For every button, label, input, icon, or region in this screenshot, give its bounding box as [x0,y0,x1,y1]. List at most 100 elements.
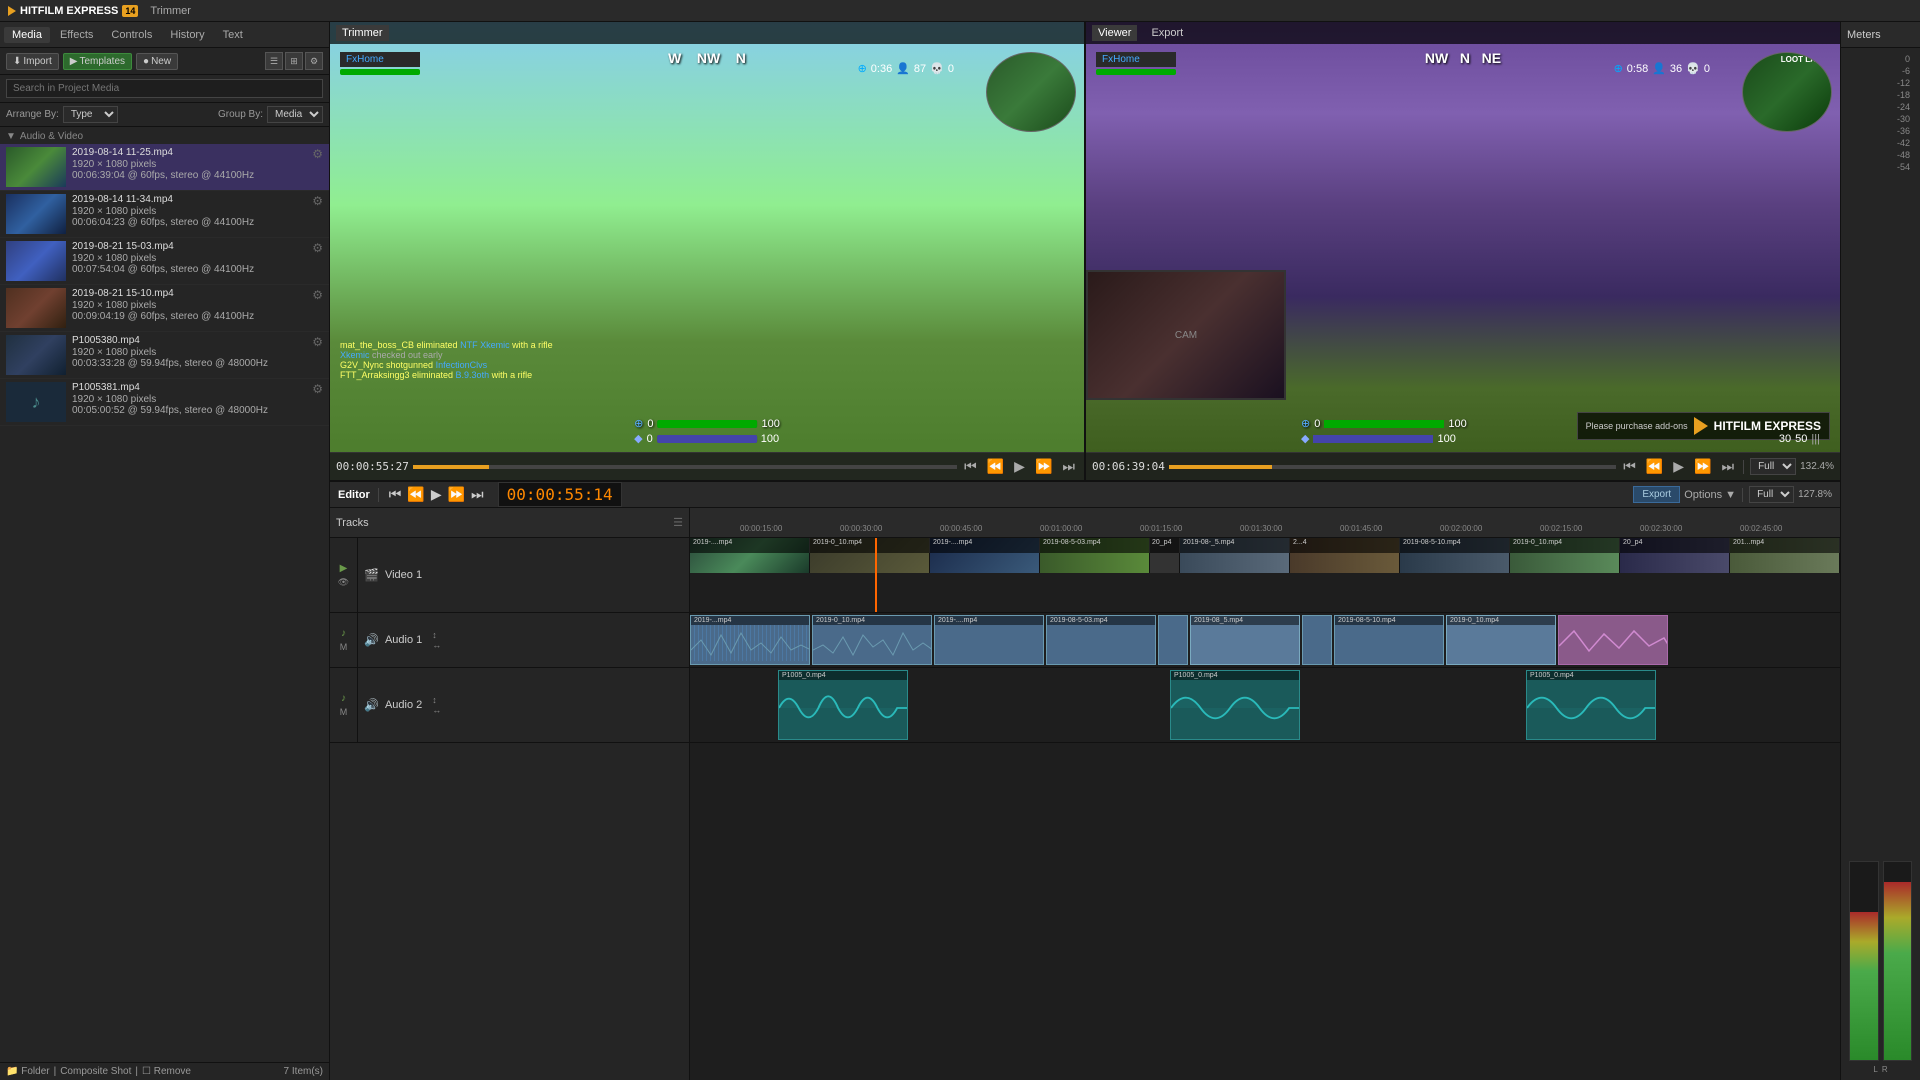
play-btn[interactable]: ▶ [1011,458,1028,475]
trimmer-timecode: 00:00:55:27 [336,460,409,473]
editor-label: Editor [338,489,370,501]
audio2-mute[interactable]: M [340,707,348,717]
viewer-play-back[interactable]: ⏮ [1620,458,1639,475]
file-item[interactable]: 2019-08-14 11-25.mp4 1920 × 1080 pixels … [0,144,329,191]
viewer-step-fwd[interactable]: ⏩ [1691,458,1714,475]
clip-label: 20_p4 [1620,538,1730,553]
viewer-compass: NW N NE [1425,50,1501,66]
composite-shot-btn[interactable]: Composite Shot [60,1066,131,1077]
timeline-ruler: 00:00:15:00 00:00:30:00 00:00:45:00 00:0… [690,508,1840,538]
file-settings-icon[interactable]: ⚙ [312,382,323,396]
audio-clip[interactable] [1558,615,1668,665]
viewer-tab[interactable]: Viewer [1092,25,1137,41]
meter-bars [1847,176,1914,1061]
tab-history[interactable]: History [162,27,212,43]
tab-effects[interactable]: Effects [52,27,101,43]
viewer-play-end[interactable]: ⏭ [1718,458,1737,475]
audio-clip[interactable] [1158,615,1188,665]
view-icons: ☰ ⊞ ⚙ [265,52,323,70]
tab-text[interactable]: Text [215,27,251,43]
viewer-play[interactable]: ▶ [1670,458,1687,475]
folder-btn[interactable]: 📁 Folder [6,1066,50,1077]
tab-controls[interactable]: Controls [103,27,160,43]
file-item[interactable]: P1005380.mp4 1920 × 1080 pixels 00:03:33… [0,332,329,379]
step-fwd-btn[interactable]: ⏩ [1032,458,1055,475]
topbar: HITFILM EXPRESS 14 Trimmer [0,0,1920,22]
editor-quality[interactable]: Full [1749,486,1794,503]
list-view-btn[interactable]: ☰ [265,52,283,70]
file-item[interactable]: ♪ P1005381.mp4 1920 × 1080 pixels 00:05:… [0,379,329,426]
file-item[interactable]: 2019-08-21 15-10.mp4 1920 × 1080 pixels … [0,285,329,332]
settings-icon[interactable]: ⚙ [305,52,323,70]
viewer-step-back[interactable]: ⏪ [1643,458,1666,475]
viewer-seekbar[interactable] [1169,465,1616,469]
file-settings-icon[interactable]: ⚙ [312,241,323,255]
audio2-clip[interactable]: P1005_0.mp4 [1526,670,1656,740]
remove-btn[interactable]: ☐ Remove [142,1066,191,1077]
time-mark: 00:00:15:00 [740,524,782,533]
quality-select[interactable]: FullHalf [1750,458,1796,475]
audio-clip[interactable]: 2019-08_5.mp4 [1190,615,1300,665]
audio2-track[interactable]: P1005_0.mp4 P1005_0.mp4 P1 [690,668,1840,743]
main-viewer: Viewer Export FxHome NW N NE ⊕0 [1086,22,1840,480]
arrange-select[interactable]: TypeName [63,106,118,123]
file-settings-icon[interactable]: ⚙ [312,194,323,208]
play-back-btn[interactable]: ⏮ [961,458,980,475]
audio-clip[interactable]: 2019-....mp4 [934,615,1044,665]
audio-clip[interactable]: 2019-0_10.mp4 [1446,615,1556,665]
timeline-content[interactable]: 00:00:15:00 00:00:30:00 00:00:45:00 00:0… [690,508,1840,1080]
filename: 2019-08-14 11-34.mp4 [72,194,306,205]
step-back-btn[interactable]: ⏪ [984,458,1007,475]
import-button[interactable]: ⬇ Import [6,53,59,70]
file-settings-icon[interactable]: ⚙ [312,288,323,302]
editor-play[interactable]: ▶ [429,486,444,503]
grid-view-btn[interactable]: ⊞ [285,52,303,70]
video1-label-row: 🎬 Video 1 [358,538,689,613]
audio2-clip[interactable]: P1005_0.mp4 [1170,670,1300,740]
audio-clip[interactable] [1302,615,1332,665]
video-track-eye[interactable]: 👁 [338,577,349,588]
time-mark: 00:01:15:00 [1140,524,1182,533]
expand-icon[interactable]: ▼ [6,131,16,142]
audio-clip[interactable]: 2019-0_10.mp4 [812,615,932,665]
viewers: Trimmer FxHome W NW N mat_the_boss_CB e [330,22,1840,482]
group-label: Group By: [218,109,263,120]
trimmer-tab[interactable]: Trimmer [336,25,389,41]
trimmer-seekbar[interactable] [413,465,957,469]
file-settings-icon[interactable]: ⚙ [312,335,323,349]
new-button[interactable]: ● New [136,53,178,70]
audio1-mute[interactable]: M [340,642,348,652]
search-input[interactable] [6,79,323,98]
viewer-controls: 00:06:39:04 ⏮ ⏪ ▶ ⏩ ⏭ FullHalf 132.4% [1086,452,1840,480]
play-icon: ▶ [70,56,78,67]
track-labels: Tracks ☰ ▶ 👁 🎬 Video 1 [330,508,690,1080]
options-bar: Export Options ▼ Full 127.8% [1633,486,1832,503]
tab-media[interactable]: Media [4,27,50,43]
editor-play-end[interactable]: ⏭ [469,486,486,503]
file-item[interactable]: 2019-08-14 11-34.mp4 1920 × 1080 pixels … [0,191,329,238]
export-button[interactable]: Export [1633,486,1680,503]
audio2-clip[interactable]: P1005_0.mp4 [778,670,908,740]
center-panel: Trimmer FxHome W NW N mat_the_boss_CB e [330,22,1840,1080]
file-settings-icon[interactable]: ⚙ [312,147,323,161]
audio2-controls: ↕ ↔ [432,695,441,715]
audio-clip[interactable]: 2019-08-5-10.mp4 [1334,615,1444,665]
clip-label: 2019-08-5-10.mp4 [1400,538,1510,553]
file-item[interactable]: 2019-08-21 15-03.mp4 1920 × 1080 pixels … [0,238,329,285]
trimmer-view: Trimmer FxHome W NW N mat_the_boss_CB e [330,22,1086,480]
editor-step-back[interactable]: ⏪ [405,486,426,503]
options-label[interactable]: Options ▼ [1684,489,1736,501]
tracks-menu[interactable]: ☰ [673,516,683,529]
play-end-btn[interactable]: ⏭ [1059,458,1078,475]
editor-step-fwd[interactable]: ⏩ [446,486,467,503]
export-tab[interactable]: Export [1145,25,1189,41]
audio-clip[interactable]: 2019-...mp4 [690,615,810,665]
editor-play-back[interactable]: ⏮ [387,486,404,503]
templates-button[interactable]: ▶ Templates [63,53,132,70]
app-version-badge: 14 [122,5,138,17]
audio1-track[interactable]: 2019-...mp4 2019-0_10.mp4 [690,613,1840,668]
group-select[interactable]: MediaNone [267,106,323,123]
video-track[interactable]: 2019-....mp4 2019-0_10.mp4 2019-....mp4 … [690,538,1840,613]
audio-clip[interactable]: 2019-08-5-03.mp4 [1046,615,1156,665]
hitfilm-logo-triangle [1694,417,1708,435]
